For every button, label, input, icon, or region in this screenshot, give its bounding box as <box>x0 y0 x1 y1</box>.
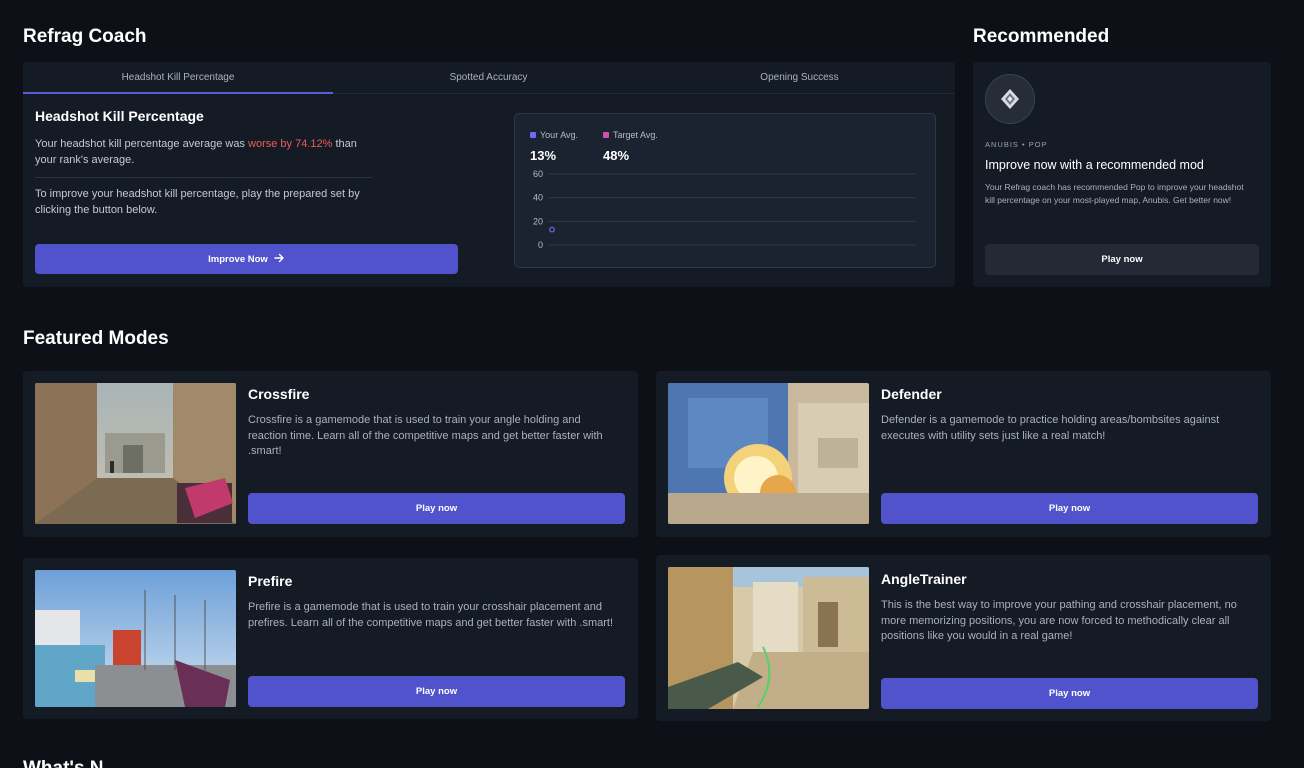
y-tick-60: 60 <box>533 169 543 179</box>
coach-panel: Headshot Kill Percentage Spotted Accurac… <box>23 62 955 287</box>
recommended-description: Your Refrag coach has recommended Pop to… <box>985 182 1244 205</box>
mode-card-prefire: Prefire Prefire is a gamemode that is us… <box>23 558 638 719</box>
tab-opening-success[interactable]: Opening Success <box>644 62 955 93</box>
prefire-description: Prefire is a gamemode that is used to tr… <box>248 601 614 629</box>
angletrainer-play-button[interactable]: Play now <box>881 678 1258 709</box>
coach-section-title: Refrag Coach <box>23 26 147 47</box>
mode-card-angletrainer: AngleTrainer This is the best way to imp… <box>656 555 1271 721</box>
summary-text-before: Your headshot kill percentage average wa… <box>35 138 249 150</box>
improve-now-button[interactable]: Improve Now <box>35 244 458 274</box>
angletrainer-title: AngleTrainer <box>881 571 967 587</box>
tab-spotted-accuracy[interactable]: Spotted Accuracy <box>333 62 644 93</box>
defender-thumbnail <box>668 383 869 524</box>
recommended-tag: ANUBIS • POP <box>985 140 1048 149</box>
recommended-play-button[interactable]: Play now <box>985 244 1259 275</box>
tab-headshot-kill-percentage[interactable]: Headshot Kill Percentage <box>23 62 333 94</box>
chart-plot: 60 40 20 0 <box>533 169 916 250</box>
whats-new-section-title: What's N <box>23 758 104 768</box>
coach-improve-text: To improve your headshot kill percentage… <box>35 188 360 216</box>
headshot-chart: Your Avg. Target Avg. 13% 48% 60 40 20 0 <box>514 113 936 268</box>
map-emblem-icon <box>985 74 1035 124</box>
crossfire-title: Crossfire <box>248 386 310 402</box>
crossfire-thumbnail <box>35 383 236 524</box>
recommended-heading: Improve now with a recommended mod <box>985 158 1204 172</box>
y-tick-40: 40 <box>533 193 543 203</box>
improve-now-label: Improve Now <box>208 253 268 265</box>
y-tick-0: 0 <box>538 240 543 250</box>
defender-description: Defender is a gamemode to practice holdi… <box>881 414 1220 442</box>
defender-title: Defender <box>881 386 942 402</box>
tag-separator: • <box>1022 140 1026 149</box>
featured-section-title: Featured Modes <box>23 328 169 349</box>
y-tick-20: 20 <box>533 216 543 226</box>
recommended-section-title: Recommended <box>973 26 1110 47</box>
arrow-right-icon <box>274 253 285 266</box>
coach-divider <box>35 177 372 178</box>
defender-play-button[interactable]: Play now <box>881 493 1258 524</box>
tag-mod: POP <box>1028 140 1048 149</box>
crossfire-play-button[interactable]: Play now <box>248 493 625 524</box>
angletrainer-thumbnail <box>668 567 869 709</box>
prefire-thumbnail <box>35 570 236 707</box>
coach-tabs: Headshot Kill Percentage Spotted Accurac… <box>23 62 955 94</box>
coach-heading: Headshot Kill Percentage <box>35 108 204 124</box>
prefire-play-button[interactable]: Play now <box>248 676 625 707</box>
angletrainer-description: This is the best way to improve your pat… <box>881 599 1237 642</box>
recommended-panel: ANUBIS • POP Improve now with a recommen… <box>973 62 1271 287</box>
point-your-avg-0 <box>549 226 555 233</box>
coach-summary-text: Your headshot kill percentage average wa… <box>35 137 365 168</box>
mode-card-crossfire: Crossfire Crossfire is a gamemode that i… <box>23 371 638 537</box>
prefire-title: Prefire <box>248 573 293 589</box>
crossfire-description: Crossfire is a gamemode that is used to … <box>248 414 603 457</box>
summary-highlight: worse by 74.12% <box>248 138 333 150</box>
mode-card-defender: Defender Defender is a gamemode to pract… <box>656 371 1271 537</box>
tag-map: ANUBIS <box>985 140 1019 149</box>
